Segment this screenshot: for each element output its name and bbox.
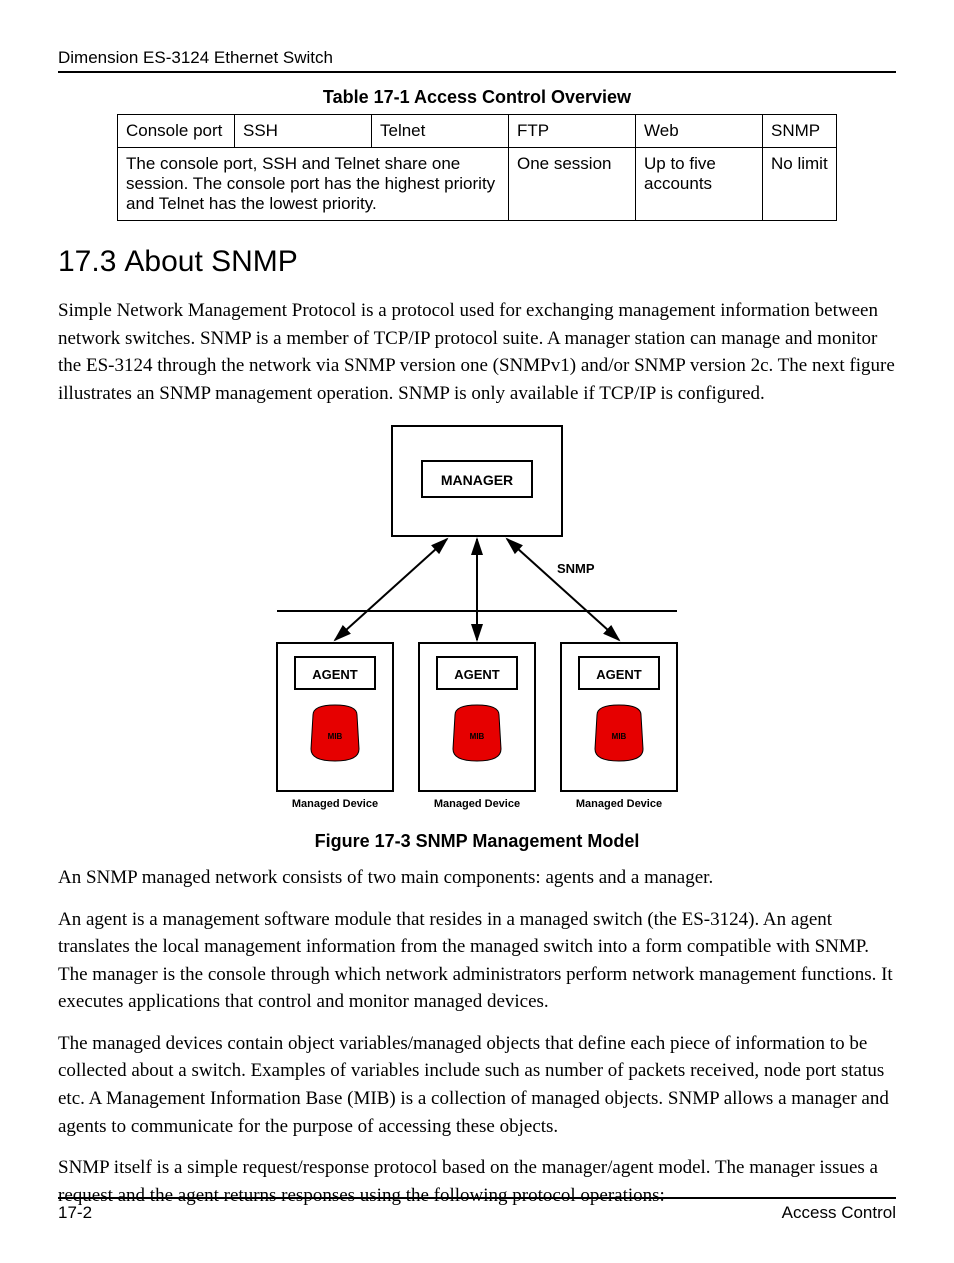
cell-web-accounts: Up to five accounts — [636, 148, 763, 221]
footer-page-number: 17-2 — [58, 1203, 92, 1223]
cell-ssh: SSH — [235, 115, 372, 148]
snmp-label: SNMP — [557, 561, 595, 576]
footer-section-name: Access Control — [782, 1203, 896, 1223]
cell-ftp: FTP — [509, 115, 636, 148]
managed-device-label: Managed Device — [434, 798, 520, 810]
document-page: Dimension ES-3124 Ethernet Switch Table … — [0, 0, 954, 1263]
agent-label: AGENT — [596, 667, 642, 682]
table-row: Console port SSH Telnet FTP Web SNMP — [118, 115, 837, 148]
mib-label: MIB — [328, 732, 343, 741]
cell-snmp-limit: No limit — [763, 148, 837, 221]
cell-telnet: Telnet — [372, 115, 509, 148]
table-caption: Table 17-1 Access Control Overview — [117, 87, 837, 108]
agent-label: AGENT — [312, 667, 358, 682]
cell-ftp-session: One session — [509, 148, 636, 221]
figure-caption: Figure 17-3 SNMP Management Model — [227, 831, 727, 852]
mib-label: MIB — [612, 732, 627, 741]
section-title: About SNMP — [124, 245, 297, 278]
page-header: Dimension ES-3124 Ethernet Switch — [58, 48, 896, 73]
snmp-diagram: MANAGER SNMP AGENT MIB Managed Devi — [227, 421, 727, 827]
cell-merged-session: The console port, SSH and Telnet share o… — [118, 148, 509, 221]
section-heading: 17.3About SNMP — [58, 245, 896, 279]
managed-device-label: Managed Device — [576, 798, 662, 810]
page-footer: 17-2 Access Control — [58, 1197, 896, 1223]
cell-console: Console port — [118, 115, 235, 148]
section-number: 17.3 — [58, 245, 116, 279]
cell-web: Web — [636, 115, 763, 148]
paragraph: The managed devices contain object varia… — [58, 1030, 896, 1140]
managed-device-label: Managed Device — [292, 798, 378, 810]
paragraph: Simple Network Management Protocol is a … — [58, 297, 896, 407]
paragraph: An SNMP managed network consists of two … — [58, 864, 896, 892]
mib-label: MIB — [470, 732, 485, 741]
manager-label: MANAGER — [441, 472, 513, 488]
agent-label: AGENT — [454, 667, 500, 682]
table-row: The console port, SSH and Telnet share o… — [118, 148, 837, 221]
cell-snmp: SNMP — [763, 115, 837, 148]
access-control-table: Console port SSH Telnet FTP Web SNMP The… — [117, 114, 837, 221]
paragraph: An agent is a management software module… — [58, 906, 896, 1016]
